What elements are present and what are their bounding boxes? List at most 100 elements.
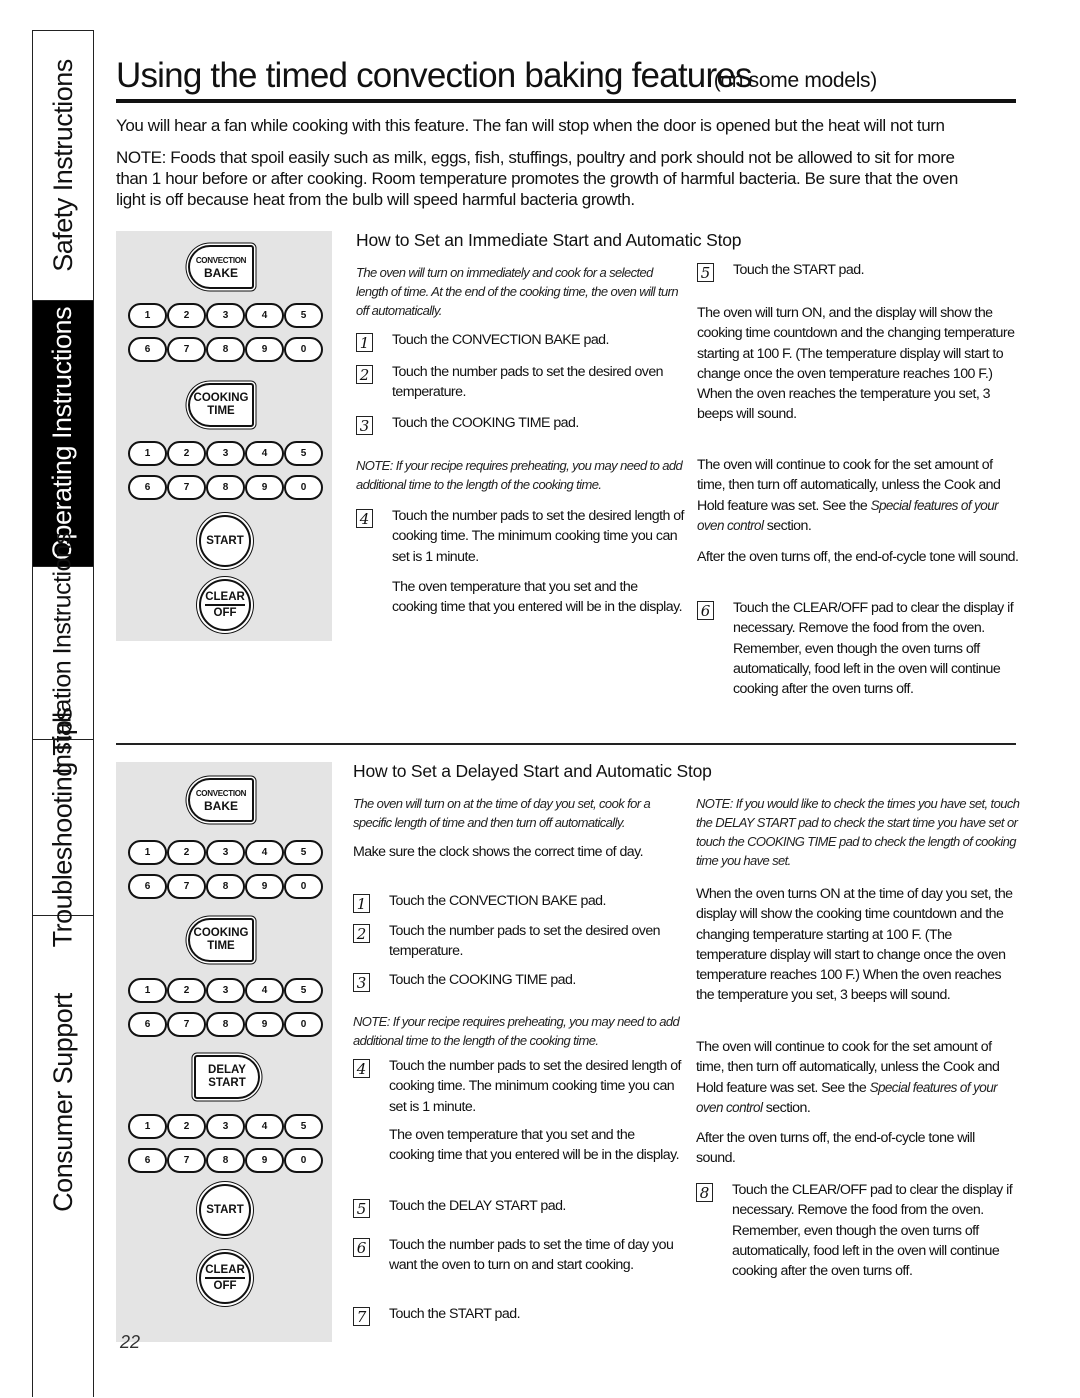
number-key-4[interactable]: 4: [245, 303, 284, 328]
number-key-3[interactable]: 3: [206, 1114, 245, 1139]
number-key-2[interactable]: 2: [167, 303, 206, 328]
number-key-0[interactable]: 0: [284, 337, 323, 362]
number-key-2[interactable]: 2: [167, 441, 206, 466]
number-key-6[interactable]: 6: [128, 1012, 167, 1037]
section1-intro: The oven will turn on immediately and co…: [356, 265, 679, 318]
number-key-2[interactable]: 2: [167, 1114, 206, 1139]
number-key-5[interactable]: 5: [284, 978, 323, 1003]
number-key-7[interactable]: 7: [167, 1148, 206, 1173]
delay-start-key[interactable]: DELAY START: [194, 1055, 260, 1099]
number-key-2[interactable]: 2: [167, 978, 206, 1003]
step-number: 2: [353, 924, 370, 943]
step-text: Touch the COOKING TIME pad.: [392, 415, 579, 431]
section1-continue: The oven will continue to cook for the s…: [697, 455, 1022, 536]
number-key-3[interactable]: 3: [206, 840, 245, 865]
section2-clock-note: Make sure the clock shows the correct ti…: [353, 844, 644, 860]
number-key-5[interactable]: 5: [284, 840, 323, 865]
section1-end-tone: After the oven turns off, the end-of-cyc…: [697, 549, 1019, 565]
number-key-9[interactable]: 9: [245, 475, 284, 500]
key-label: BAKE: [203, 799, 238, 813]
number-key-9[interactable]: 9: [245, 337, 284, 362]
section-heading-immediate: How to Set an Immediate Start and Automa…: [356, 230, 742, 250]
number-key-4[interactable]: 4: [245, 978, 284, 1003]
number-key-6[interactable]: 6: [128, 475, 167, 500]
number-key-5[interactable]: 5: [284, 441, 323, 466]
number-key-8[interactable]: 8: [206, 1012, 245, 1037]
cooking-time-key[interactable]: COOKING TIME: [188, 383, 254, 427]
title-subtitle: (on some models): [713, 69, 878, 92]
number-key-7[interactable]: 7: [167, 475, 206, 500]
step-text: Touch the CLEAR/OFF pad to clear the dis…: [733, 600, 1014, 698]
number-key-0[interactable]: 0: [284, 874, 323, 899]
start-key[interactable]: START: [199, 1184, 251, 1236]
page-number: 22: [120, 1332, 141, 1352]
number-key-1[interactable]: 1: [128, 303, 167, 328]
step-text: Touch the CONVECTION BAKE pad.: [392, 332, 609, 348]
number-key-1[interactable]: 1: [128, 978, 167, 1003]
number-key-8[interactable]: 8: [206, 874, 245, 899]
key-label: TIME: [207, 405, 235, 417]
page-title: Using the timed convection baking featur…: [116, 56, 877, 96]
number-key-6[interactable]: 6: [128, 337, 167, 362]
step-number: 1: [356, 333, 373, 352]
number-key-5[interactable]: 5: [284, 1114, 323, 1139]
number-key-0[interactable]: 0: [284, 1148, 323, 1173]
tab-operating-instructions[interactable]: Operating Instructions: [33, 301, 93, 567]
step-text: Touch the number pads to set the time of…: [389, 1237, 674, 1274]
number-key-8[interactable]: 8: [206, 475, 245, 500]
cooking-time-key[interactable]: COOKING TIME: [188, 918, 254, 962]
step-text: Touch the DELAY START pad.: [389, 1198, 566, 1214]
number-key-6[interactable]: 6: [128, 874, 167, 899]
number-key-8[interactable]: 8: [206, 1148, 245, 1173]
section1-step4-followup: The oven temperature that you set and th…: [392, 579, 683, 616]
number-key-9[interactable]: 9: [245, 1012, 284, 1037]
key-label: CLEAR: [205, 591, 245, 606]
number-key-4[interactable]: 4: [245, 840, 284, 865]
number-key-4[interactable]: 4: [245, 441, 284, 466]
section1-after-start: The oven will turn ON, and the display w…: [697, 305, 1015, 423]
number-key-5[interactable]: 5: [284, 303, 323, 328]
number-key-7[interactable]: 7: [167, 337, 206, 362]
number-pad-row: 1 2 3 4 5: [128, 1114, 323, 1139]
convection-bake-key[interactable]: CONVECTION BAKE: [188, 778, 254, 822]
convection-bake-key[interactable]: CONVECTION BAKE: [188, 245, 254, 289]
number-key-9[interactable]: 9: [245, 1148, 284, 1173]
number-key-4[interactable]: 4: [245, 1114, 284, 1139]
section-divider: [116, 743, 1016, 745]
start-key[interactable]: START: [199, 515, 251, 567]
number-pad-row: 6 7 8 9 0: [128, 1012, 323, 1037]
section-heading-delayed: How to Set a Delayed Start and Automatic…: [353, 761, 712, 781]
intro-text: You will hear a fan while cooking with t…: [116, 116, 945, 135]
number-pad-row: 1 2 3 4 5: [128, 441, 323, 466]
step-text: Touch the number pads to set the desired…: [392, 508, 684, 565]
clear-off-key[interactable]: CLEAR OFF: [199, 1252, 251, 1304]
continue-tail: section.: [766, 517, 812, 534]
number-key-6[interactable]: 6: [128, 1148, 167, 1173]
number-key-1[interactable]: 1: [128, 840, 167, 865]
number-key-1[interactable]: 1: [128, 441, 167, 466]
number-key-7[interactable]: 7: [167, 874, 206, 899]
key-label: START: [206, 535, 244, 547]
step-number: 8: [696, 1183, 713, 1202]
step-number: 3: [356, 416, 373, 435]
number-key-3[interactable]: 3: [206, 303, 245, 328]
number-key-3[interactable]: 3: [206, 441, 245, 466]
step-text: Touch the CLEAR/OFF pad to clear the dis…: [732, 1182, 1013, 1280]
number-key-7[interactable]: 7: [167, 1012, 206, 1037]
clear-off-key[interactable]: CLEAR OFF: [199, 579, 251, 631]
number-key-3[interactable]: 3: [206, 978, 245, 1003]
number-key-9[interactable]: 9: [245, 874, 284, 899]
step-number: 5: [353, 1199, 370, 1218]
step-number: 3: [353, 973, 370, 992]
number-key-0[interactable]: 0: [284, 475, 323, 500]
key-label: COOKING: [193, 927, 249, 939]
tab-consumer-support[interactable]: Consumer Support: [33, 916, 93, 1398]
number-key-8[interactable]: 8: [206, 337, 245, 362]
tab-troubleshooting-tips[interactable]: Troubleshooting Tips: [33, 708, 93, 947]
key-label: CLEAR: [205, 1264, 245, 1279]
tab-safety-instructions[interactable]: Safety Instructions: [33, 31, 93, 301]
number-key-2[interactable]: 2: [167, 840, 206, 865]
number-pad-row: 6 7 8 9 0: [128, 475, 323, 500]
number-key-1[interactable]: 1: [128, 1114, 167, 1139]
number-key-0[interactable]: 0: [284, 1012, 323, 1037]
